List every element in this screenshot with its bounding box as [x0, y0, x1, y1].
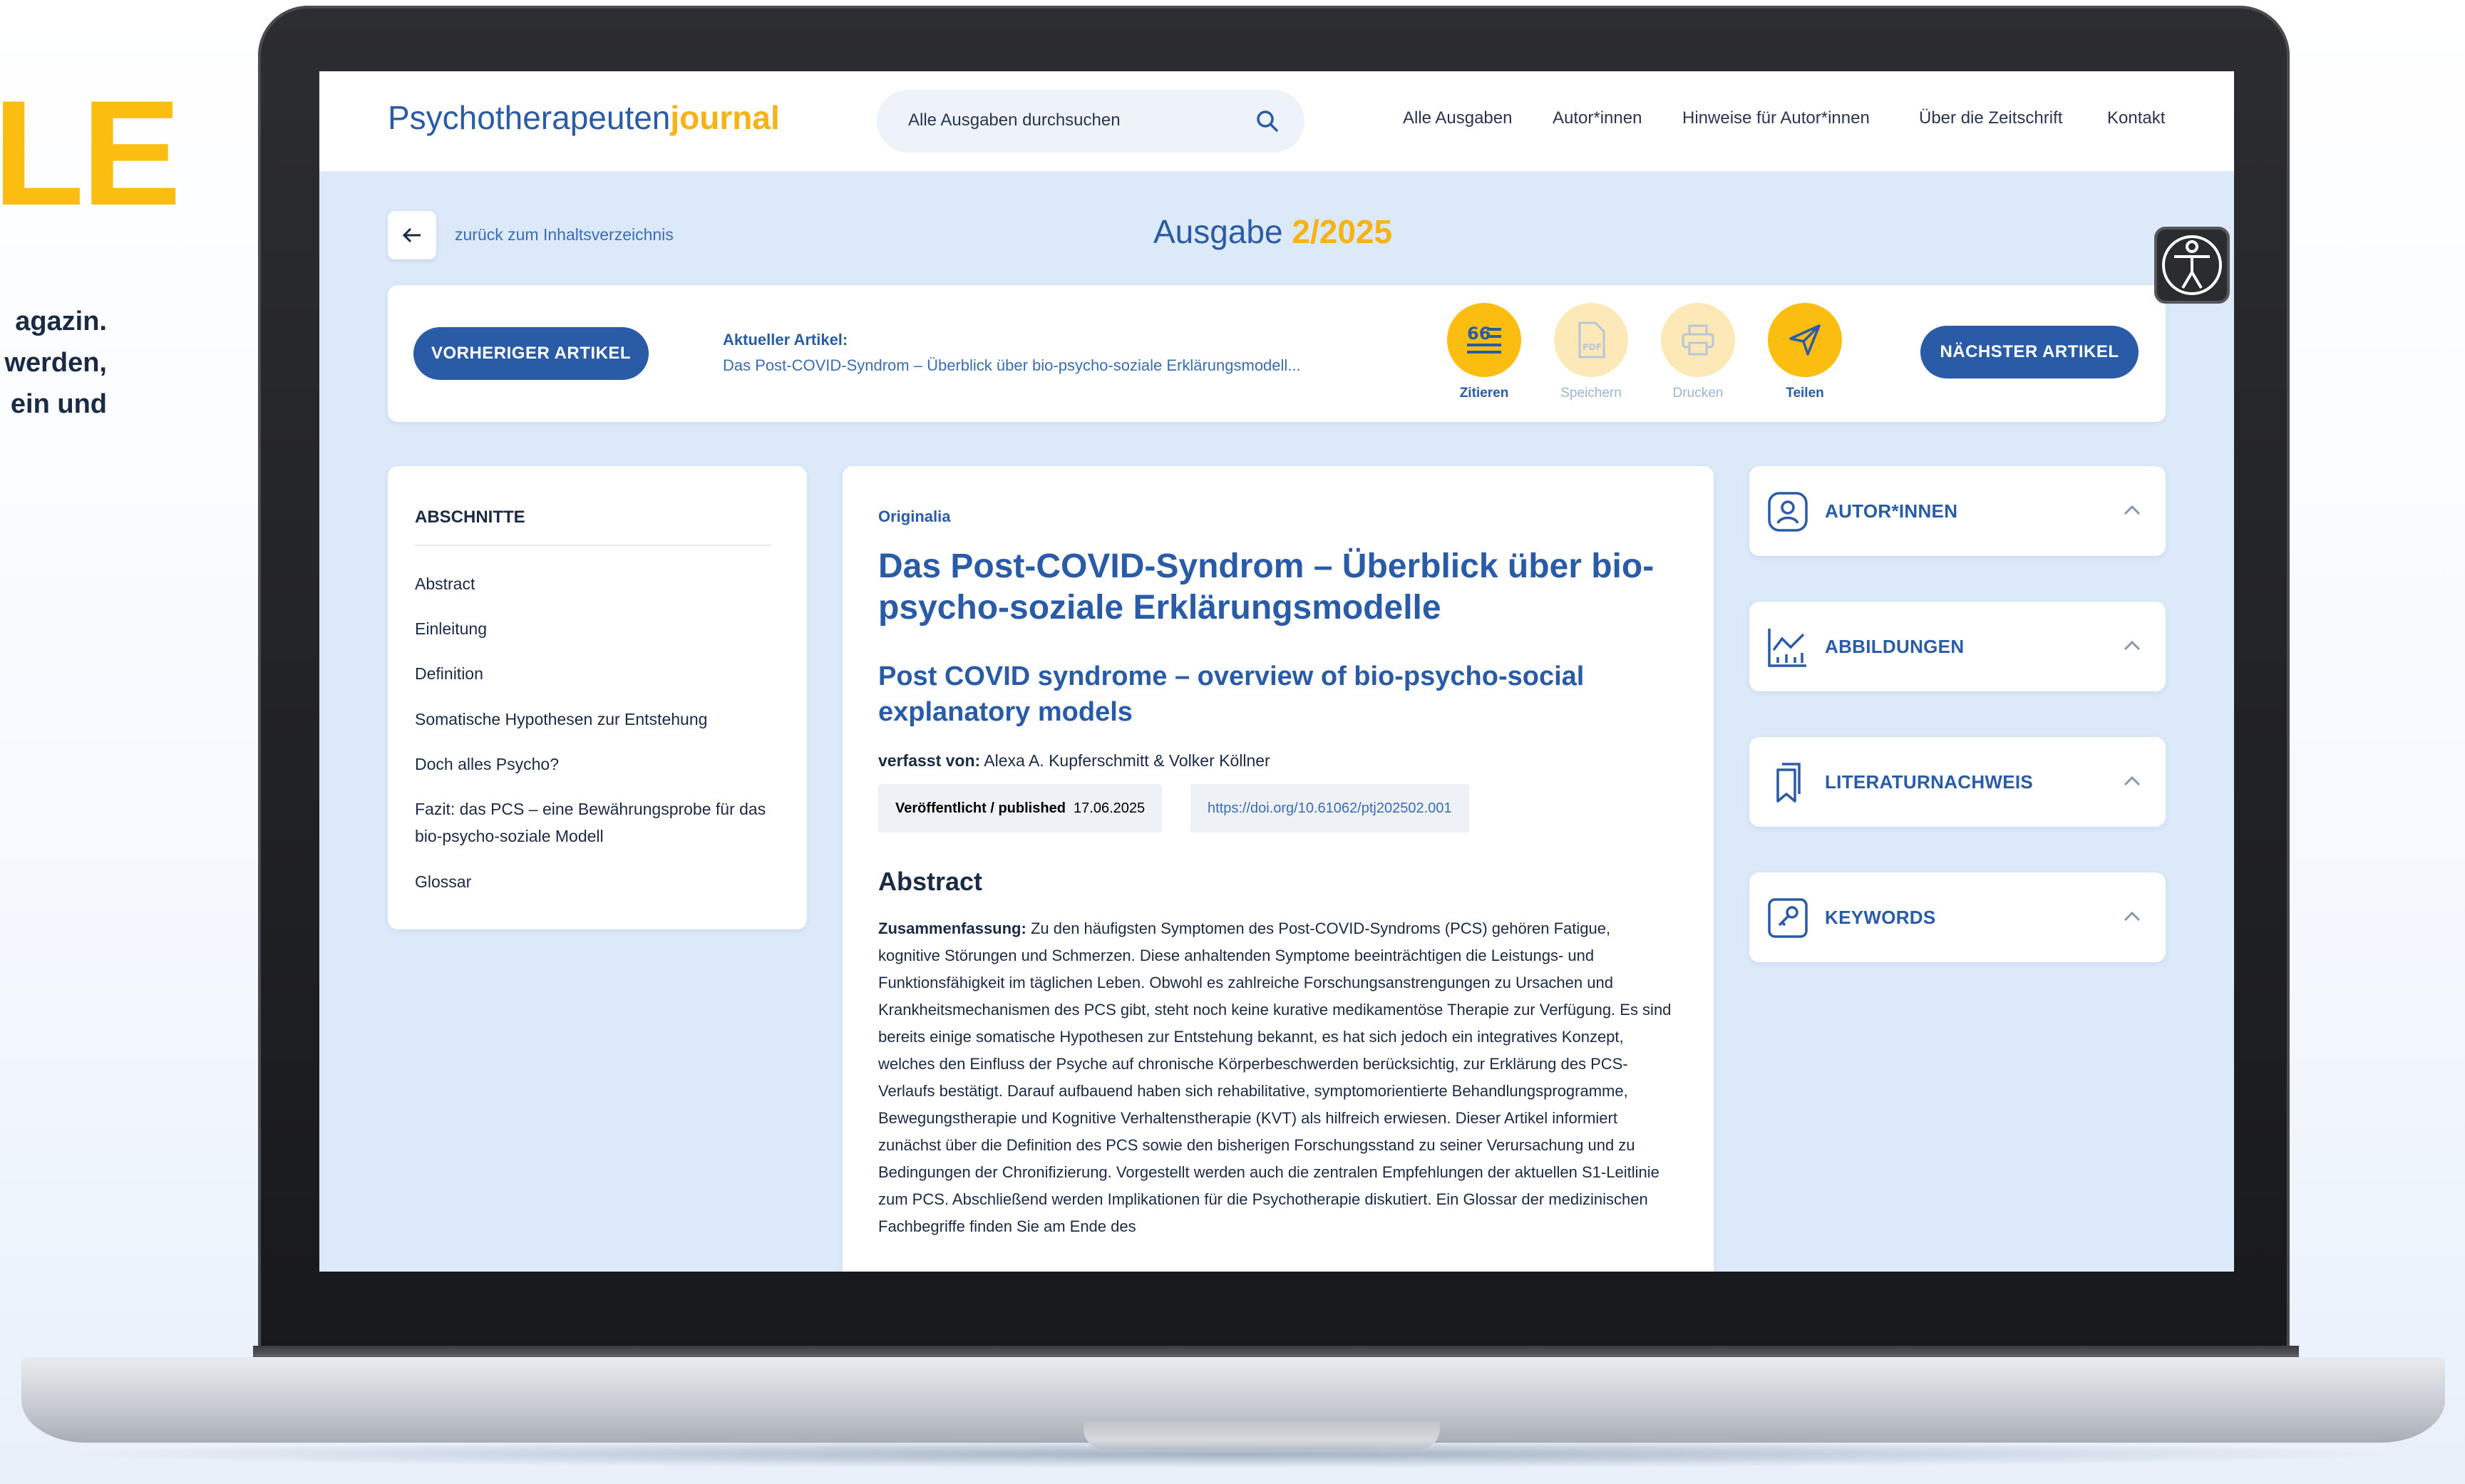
published-label: Veröffentlicht / published	[895, 800, 1066, 816]
save-label: Speichern	[1560, 386, 1622, 401]
abstract-lead: Zusammenfassung:	[878, 919, 1026, 937]
key-icon	[1768, 898, 1808, 938]
cite-action[interactable]: 66 Zitieren	[1447, 303, 1521, 401]
nav-authors[interactable]: Autor*innen	[1553, 108, 1642, 128]
figures-panel-title: ABBILDUNGEN	[1825, 636, 1965, 657]
promo-line: ein und	[10, 389, 107, 419]
abstract-heading: Abstract	[878, 867, 983, 896]
issue-prefix: Ausgabe	[1153, 213, 1283, 250]
print-action[interactable]: Drucken	[1661, 303, 1735, 401]
article-navigation: VORHERIGER ARTIKEL Aktueller Artikel: Da…	[388, 285, 2166, 422]
back-button[interactable]	[388, 211, 436, 259]
toc-item[interactable]: Doch alles Psycho?	[415, 751, 771, 778]
article-rubric: Originalia	[878, 507, 951, 525]
article-subtitle: Post COVID syndrome – overview of bio-ps…	[878, 661, 1585, 727]
issue-number: 2/2025	[1292, 213, 1393, 250]
accessibility-icon	[2162, 235, 2222, 295]
site-header: Psychotherapeutenjournal Alle Ausgaben d…	[319, 71, 2234, 172]
toc-card: ABSCHNITTE Abstract Einleitung Definitio…	[388, 466, 807, 929]
article-card: Originalia Das Post-COVID-Syndrom – Über…	[843, 466, 1714, 1272]
printer-icon	[1661, 303, 1735, 377]
print-label: Drucken	[1672, 386, 1724, 401]
keywords-panel-title: KEYWORDS	[1825, 907, 1936, 928]
article-authors: verfasst von: Alexa A. Kupferschmitt & V…	[878, 751, 1270, 771]
laptop-screen: Psychotherapeutenjournal Alle Ausgaben d…	[319, 71, 2234, 1272]
promo-title: LE	[0, 69, 181, 237]
issue-title: Ausgabe 2/2025	[1153, 212, 1392, 251]
divider	[415, 545, 771, 546]
quote-icon: 66	[1447, 303, 1521, 377]
authors-names[interactable]: Alexa A. Kupferschmitt & Volker Köllner	[984, 751, 1270, 770]
pdf-icon: PDF	[1554, 303, 1628, 377]
send-icon	[1768, 303, 1842, 377]
published-badge: Veröffentlicht / published 17.06.2025	[878, 784, 1163, 833]
toc-item[interactable]: Einleitung	[415, 615, 771, 642]
laptop-shadow	[43, 1440, 2424, 1468]
authors-panel-title: AUTOR*INNEN	[1825, 500, 1958, 522]
authors-panel[interactable]: AUTOR*INNEN	[1749, 466, 2166, 556]
site-logo[interactable]: Psychotherapeutenjournal	[388, 98, 780, 137]
back-to-toc-link[interactable]: zurück zum Inhaltsverzeichnis	[455, 225, 674, 244]
share-label: Teilen	[1786, 386, 1824, 401]
chevron-up-icon[interactable]	[2123, 911, 2141, 922]
chart-icon	[1768, 629, 1806, 667]
references-panel-title: LITERATURNACHWEIS	[1825, 771, 2034, 793]
search-bar[interactable]: Alle Ausgaben durchsuchen	[877, 90, 1304, 153]
nav-contact[interactable]: Kontakt	[2107, 108, 2165, 128]
save-action[interactable]: PDF Speichern	[1554, 303, 1628, 401]
toc-item[interactable]: Glossar	[415, 868, 771, 895]
share-action[interactable]: Teilen	[1768, 303, 1842, 401]
toc-item[interactable]: Definition	[415, 660, 771, 687]
promo-text: agazin. werden, ein und	[0, 301, 107, 425]
previous-article-button[interactable]: VORHERIGER ARTIKEL	[413, 327, 649, 380]
toc-item[interactable]: Somatische Hypothesen zur Entstehung	[415, 706, 771, 733]
figures-panel[interactable]: ABBILDUNGEN	[1749, 602, 2166, 691]
logo-accent: journal	[670, 99, 780, 136]
chevron-up-icon[interactable]	[2123, 776, 2141, 787]
logo-main: Psychotherapeuten	[388, 99, 671, 136]
promo-line: werden,	[4, 348, 107, 378]
chevron-up-icon[interactable]	[2123, 640, 2141, 651]
bookmark-icon	[1776, 763, 1801, 803]
nav-all-issues[interactable]: Alle Ausgaben	[1403, 108, 1512, 128]
toc-heading: ABSCHNITTE	[415, 507, 525, 527]
toc-item[interactable]: Abstract	[415, 570, 771, 597]
svg-text:66: 66	[1467, 324, 1491, 344]
cite-label: Zitieren	[1459, 386, 1509, 401]
search-icon[interactable]	[1253, 107, 1282, 135]
abstract-body: Zu den häufigsten Symptomen des Post-COV…	[878, 919, 1672, 1235]
arrow-left-icon	[402, 227, 421, 243]
current-article-label: Aktueller Artikel:	[723, 331, 848, 349]
nav-about-journal[interactable]: Über die Zeitschrift	[1919, 108, 2062, 128]
svg-text:PDF: PDF	[1583, 342, 1602, 352]
search-input[interactable]: Alle Ausgaben durchsuchen	[908, 110, 1121, 130]
chevron-up-icon[interactable]	[2123, 505, 2141, 516]
published-date: 17.06.2025	[1074, 800, 1146, 816]
references-panel[interactable]: LITERATURNACHWEIS	[1749, 737, 2166, 827]
promo-line: agazin.	[15, 306, 107, 336]
nav-author-guidelines[interactable]: Hinweise für Autor*innen	[1682, 108, 1870, 128]
next-article-button[interactable]: NÄCHSTER ARTIKEL	[1920, 326, 2139, 378]
authors-label: verfasst von:	[878, 751, 981, 770]
current-article-title[interactable]: Das Post-COVID-Syndrom – Überblick über …	[723, 356, 1301, 375]
toc-item[interactable]: Fazit: das PCS – eine Bewährungsprobe fü…	[415, 795, 771, 850]
article-title: Das Post-COVID-Syndrom – Überblick über …	[878, 547, 1655, 627]
user-icon	[1768, 492, 1808, 532]
doi-link[interactable]: https://doi.org/10.61062/ptj202502.001	[1190, 784, 1469, 833]
keywords-panel[interactable]: KEYWORDS	[1749, 872, 2166, 962]
accessibility-button[interactable]	[2154, 227, 2230, 304]
abstract-text: Zusammenfassung: Zu den häufigsten Sympt…	[878, 915, 1677, 1240]
